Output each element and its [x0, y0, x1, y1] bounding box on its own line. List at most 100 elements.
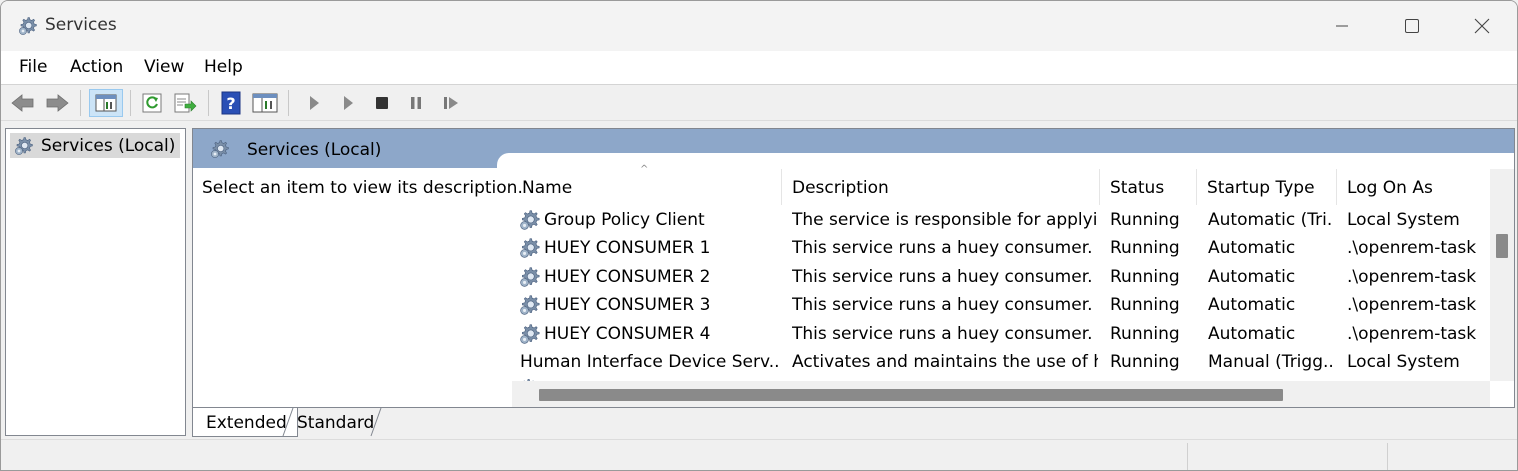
table-row[interactable]: Group Policy Client The service is respo…: [512, 206, 1492, 234]
table-row[interactable]: HUEY CONSUMER 4 This service runs a huey…: [512, 320, 1492, 348]
description-prompt: Select an item to view its description.: [202, 178, 523, 198]
console-tree-icon: [95, 94, 117, 112]
services-list: ^ Name Description Status Startup Type L…: [512, 165, 1492, 381]
service-description: This service runs a huey consumer.: [792, 295, 1093, 315]
export-list-icon: [174, 93, 197, 113]
show-hide-console-tree-button[interactable]: [89, 89, 123, 117]
service-gear-icon: [518, 265, 542, 289]
tree-item-label: Services (Local): [41, 135, 176, 156]
pane-header-title: Services (Local): [247, 140, 382, 160]
service-name: Group Policy Client: [544, 210, 705, 230]
service-description: The service is responsible for applyin..…: [792, 210, 1098, 230]
column-header-status[interactable]: Status: [1100, 169, 1197, 205]
play-params-icon: [344, 96, 353, 110]
start-service-params-button[interactable]: [335, 91, 361, 115]
horizontal-scrollbar[interactable]: [512, 381, 1490, 407]
restart-service-button[interactable]: [438, 91, 464, 115]
service-description: This service runs a huey consumer.: [792, 267, 1093, 287]
table-row[interactable]: HUEY CONSUMER 2 This service runs a huey…: [512, 263, 1492, 291]
view-tabs: Extended Standard: [192, 408, 592, 438]
service-description: This service runs a huey consumer.: [792, 324, 1093, 344]
toolbar-separator: [288, 90, 289, 116]
service-startup-type: Automatic: [1208, 238, 1296, 258]
minimize-button[interactable]: [1307, 1, 1377, 51]
pane-header-curve: [497, 153, 1514, 168]
toolbar: ?: [1, 85, 1517, 121]
pane-header: Services (Local): [193, 129, 1514, 168]
refresh-button[interactable]: [139, 91, 165, 115]
service-gear-icon: [518, 236, 542, 260]
service-startup-type: Manual (Trigg...: [1208, 352, 1334, 372]
tab-divider: [370, 408, 382, 437]
title-bar[interactable]: Services: [1, 1, 1517, 51]
toolbar-separator: [130, 90, 131, 116]
forward-button[interactable]: [44, 91, 70, 115]
status-bar-separator: [1187, 443, 1188, 470]
export-list-button[interactable]: [172, 91, 198, 115]
svg-text:?: ?: [226, 94, 235, 113]
back-arrow-icon: [11, 94, 34, 112]
service-log-on-as: .\openrem-task: [1347, 324, 1477, 344]
properties-button[interactable]: [252, 91, 278, 115]
table-row[interactable]: HUEY CONSUMER 1 This service runs a huey…: [512, 234, 1492, 262]
horizontal-scroll-thumb[interactable]: [539, 389, 1283, 401]
service-status: Running: [1110, 324, 1180, 344]
maximize-icon: [1405, 19, 1419, 33]
status-bar-separator: [1387, 443, 1388, 470]
menu-help[interactable]: Help: [204, 57, 243, 77]
services-window: Services File Action View Help ? Service…: [0, 0, 1518, 471]
vertical-scroll-thumb[interactable]: [1496, 234, 1508, 258]
column-header-log-on-as[interactable]: Log On As: [1337, 169, 1492, 205]
service-description: This service runs a huey consumer.: [792, 238, 1093, 258]
service-name: HUEY CONSUMER 2: [544, 267, 711, 287]
menu-file[interactable]: File: [19, 57, 47, 77]
start-service-button[interactable]: [301, 91, 327, 115]
service-status: Running: [1110, 352, 1180, 372]
services-gear-icon: [17, 15, 39, 37]
close-icon: [1474, 18, 1490, 34]
status-bar: [1, 439, 1517, 470]
service-log-on-as: .\openrem-task: [1347, 267, 1477, 287]
maximize-button[interactable]: [1377, 1, 1447, 51]
stop-icon: [376, 97, 388, 109]
pause-icon: [411, 97, 421, 109]
column-header-description[interactable]: Description: [782, 169, 1100, 205]
services-gear-icon: [13, 135, 35, 157]
pause-service-button[interactable]: [403, 91, 429, 115]
console-tree: Services (Local): [5, 128, 186, 436]
service-startup-type: Automatic: [1208, 324, 1296, 344]
back-button[interactable]: [10, 91, 36, 115]
restart-icon: [444, 97, 458, 109]
forward-arrow-icon: [46, 94, 69, 112]
service-status: Running: [1110, 295, 1180, 315]
tree-item-services-local[interactable]: Services (Local): [10, 133, 181, 158]
services-gear-icon: [209, 138, 231, 160]
service-gear-icon: [518, 293, 542, 317]
vertical-scrollbar[interactable]: [1490, 169, 1514, 381]
help-button[interactable]: ?: [218, 91, 244, 115]
close-button[interactable]: [1447, 1, 1517, 51]
service-status: Running: [1110, 210, 1180, 230]
menu-view[interactable]: View: [144, 57, 184, 77]
column-header-name[interactable]: ^ Name: [512, 165, 782, 205]
service-name: HUEY CONSUMER 1: [544, 238, 711, 258]
details-pane: Services (Local) Select an item to view …: [192, 128, 1515, 408]
service-log-on-as: Local System: [1347, 352, 1460, 372]
column-header-startup-type[interactable]: Startup Type: [1197, 169, 1337, 205]
play-icon: [310, 96, 319, 110]
service-startup-type: Automatic (Tri...: [1208, 210, 1334, 230]
service-startup-type: Automatic: [1208, 267, 1296, 287]
table-row[interactable]: Human Interface Device Serv... Activates…: [512, 348, 1492, 376]
service-gear-icon: [518, 208, 542, 232]
service-gear-icon: [518, 322, 542, 346]
stop-service-button[interactable]: [369, 91, 395, 115]
refresh-icon: [142, 93, 162, 113]
service-status: Running: [1110, 238, 1180, 258]
table-row[interactable]: HUEY CONSUMER 3 This service runs a huey…: [512, 291, 1492, 319]
menu-action[interactable]: Action: [70, 57, 123, 77]
help-icon: ?: [221, 91, 241, 115]
service-log-on-as: Local System: [1347, 210, 1460, 230]
minimize-icon: [1336, 25, 1348, 27]
sort-ascending-icon: ^: [640, 164, 649, 175]
properties-icon: [252, 93, 278, 113]
